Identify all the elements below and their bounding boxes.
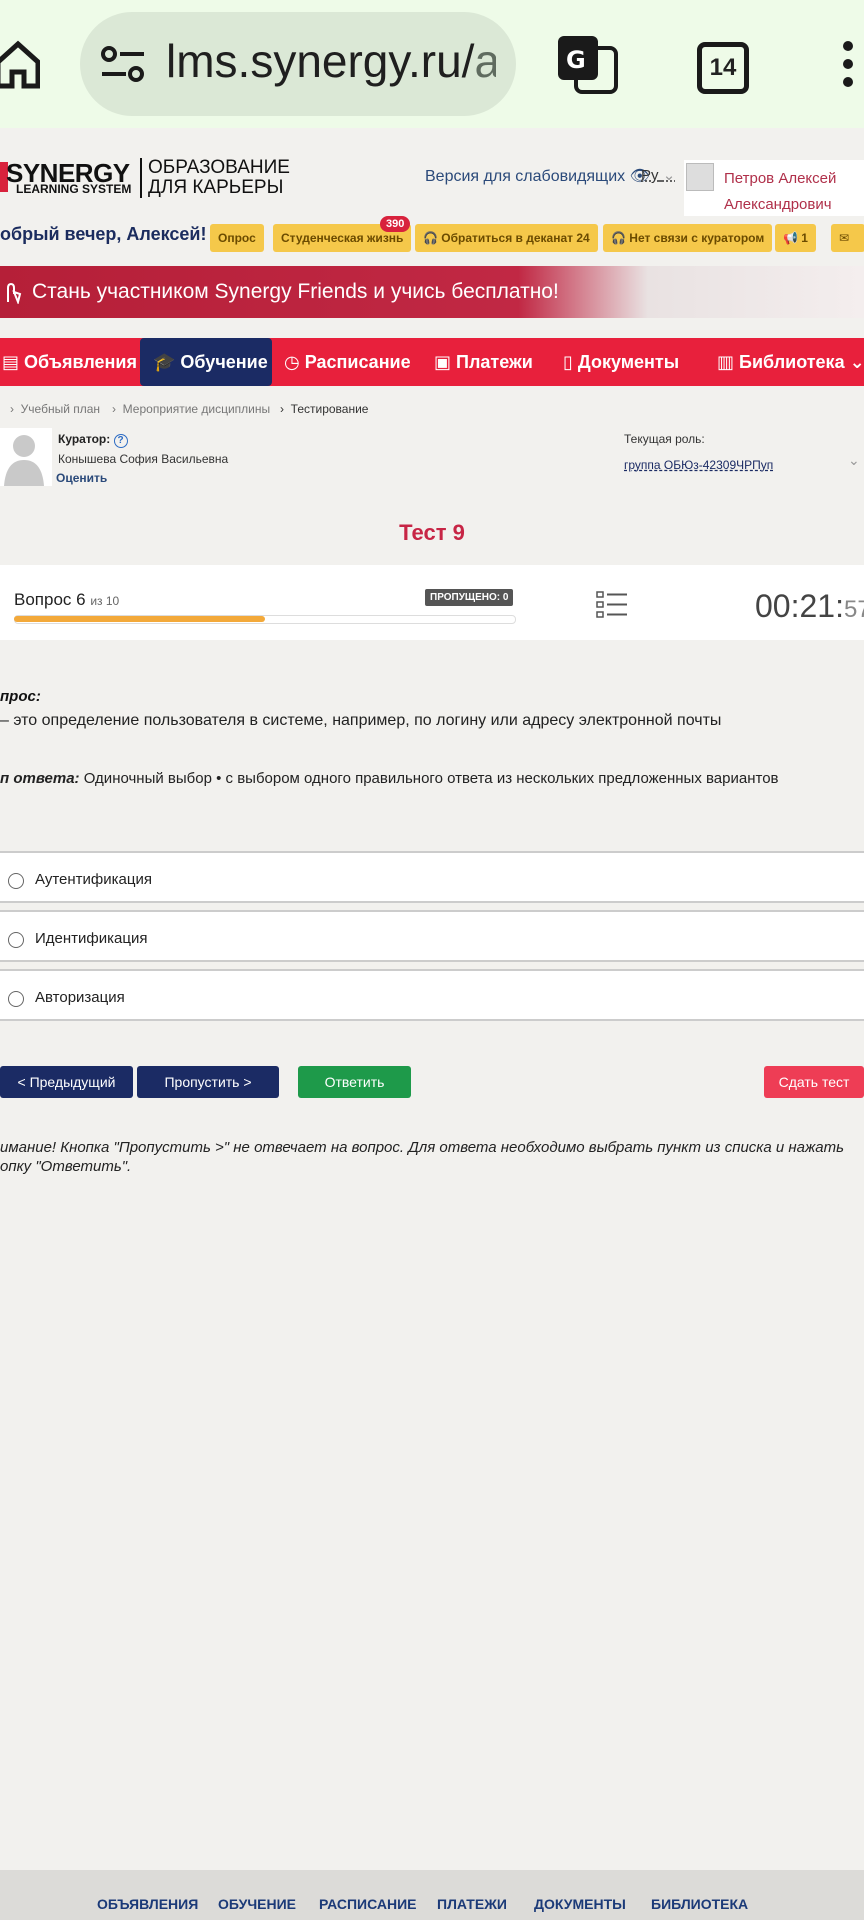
question-list-icon[interactable] xyxy=(596,590,628,620)
translate-icon[interactable]: G xyxy=(556,34,618,94)
nav-item-library[interactable]: ▥ Библиотека ⌄ xyxy=(717,338,864,386)
curator-chip[interactable]: 🎧 Нет связи с куратором xyxy=(603,224,773,252)
chevron-down-icon[interactable]: ⌄ xyxy=(848,452,860,469)
menu-icon[interactable] xyxy=(838,40,858,90)
svg-text:G: G xyxy=(566,46,586,74)
progress-fill xyxy=(14,616,265,622)
clock-icon: ◷ xyxy=(284,352,305,372)
footer-documents[interactable]: ДОКУМЕНТЫ xyxy=(534,1896,626,1912)
nav-item-schedule[interactable]: ◷ Расписание xyxy=(284,338,411,386)
document-icon: ▯ xyxy=(563,352,578,372)
alerts-chip[interactable]: 📢 1 xyxy=(775,224,816,252)
user-avatar[interactable] xyxy=(686,163,714,191)
answer-label[interactable]: Авторизация xyxy=(35,989,125,1006)
answer-option[interactable] xyxy=(0,969,864,1021)
timer: 00:21:57 xyxy=(755,588,864,624)
submit-test-button[interactable]: Сдать тест xyxy=(764,1066,864,1098)
student-life-badge: 390 xyxy=(380,216,411,232)
skip-button[interactable]: Пропустить > xyxy=(137,1066,279,1098)
language-select[interactable]: Ру ⌄ xyxy=(641,166,675,184)
role-select[interactable]: группа ОБЮз-42309ЧРПуп xyxy=(624,458,773,472)
nav-item-announcements[interactable]: ▤ Объявления xyxy=(2,338,137,386)
tab-count[interactable]: 14 xyxy=(697,42,749,94)
chevron-down-icon: ⌄ xyxy=(844,352,864,372)
book-icon: ▥ xyxy=(717,352,740,372)
url-text[interactable]: lms.synergy.ru/as xyxy=(166,34,496,88)
list-icon: ▤ xyxy=(2,352,25,372)
question-counter: Вопрос 6 из 10 xyxy=(14,590,120,609)
headset-icon: 🎧 xyxy=(423,231,442,245)
logo-tagline: ОБРАЗОВАНИЕ ДЛЯ КАРЬЕРЫ xyxy=(140,158,290,198)
user-name[interactable]: Петров Алексей Александрович xyxy=(724,166,836,218)
curator-label: Куратор: ? xyxy=(58,432,128,448)
mail-chip[interactable]: ✉ xyxy=(831,224,864,252)
curator-avatar xyxy=(0,428,52,486)
breadcrumb-plan[interactable]: › Учебный план xyxy=(10,402,100,416)
money-icon: ▣ xyxy=(434,352,457,372)
dean-chip[interactable]: 🎧 Обратиться в деканат 24 xyxy=(415,224,598,252)
warning-note: имание! Кнопка "Пропустить >" не отвечае… xyxy=(0,1139,845,1175)
rate-curator-link[interactable]: Оценить xyxy=(56,471,107,485)
question-text: – это определение пользователя в системе… xyxy=(0,712,722,729)
footer-nav xyxy=(0,1870,864,1920)
accessibility-link[interactable]: Версия для слабовидящих 👁 xyxy=(425,166,650,186)
survey-chip[interactable]: Опрос xyxy=(210,224,264,252)
nav-item-documents[interactable]: ▯ Документы xyxy=(563,338,679,386)
test-title: Тест 9 xyxy=(399,520,465,545)
answer-radio[interactable] xyxy=(8,991,24,1007)
answer-radio[interactable] xyxy=(8,873,24,889)
answer-label[interactable]: Идентификация xyxy=(35,930,147,947)
chevron-down-icon: ⌄ xyxy=(662,167,676,184)
answer-button[interactable]: Ответить xyxy=(298,1066,411,1098)
nav-item-learning[interactable]: 🎓 Обучение xyxy=(153,338,268,386)
footer-learning[interactable]: ОБУЧЕНИЕ xyxy=(218,1896,296,1912)
footer-payments[interactable]: ПЛАТЕЖИ xyxy=(437,1896,507,1912)
mail-icon: ✉ xyxy=(839,231,850,245)
nav-item-payments[interactable]: ▣ Платежи xyxy=(434,338,533,386)
skipped-badge: ПРОПУЩЕНО: 0 xyxy=(425,589,514,606)
headset-icon: 🎧 xyxy=(611,231,630,245)
answer-label[interactable]: Аутентификация xyxy=(35,871,152,888)
footer-schedule[interactable]: РАСПИСАНИЕ xyxy=(319,1896,417,1912)
breadcrumb-event[interactable]: › Мероприятие дисциплины xyxy=(112,402,270,416)
answer-type: п ответа: Одиночный выбор • с выбором од… xyxy=(0,770,779,787)
hand-icon xyxy=(7,282,22,304)
greeting: обрый вечер, Алексей! xyxy=(0,224,207,244)
logo-sub: LEARNING SYSTEM xyxy=(16,182,132,196)
curator-name: Конышева София Васильевна xyxy=(58,452,229,466)
megaphone-icon: 📢 xyxy=(783,231,802,245)
graduation-cap-icon: 🎓 xyxy=(153,352,181,372)
question-heading: прос: xyxy=(0,688,41,705)
breadcrumb-testing: › Тестирование xyxy=(280,402,369,416)
footer-library[interactable]: БИБЛИОТЕКА xyxy=(651,1896,748,1912)
banner-text: Стань участником Synergy Friends и учись… xyxy=(32,280,559,303)
prev-button[interactable]: < Предыдущий xyxy=(0,1066,133,1098)
help-icon[interactable]: ? xyxy=(113,434,128,448)
site-settings-icon[interactable] xyxy=(100,46,146,82)
footer-announcements[interactable]: ОБЪЯВЛЕНИЯ xyxy=(97,1896,198,1912)
role-label: Текущая роль: xyxy=(624,432,705,446)
home-icon[interactable] xyxy=(0,40,40,90)
answer-radio[interactable] xyxy=(8,932,24,948)
